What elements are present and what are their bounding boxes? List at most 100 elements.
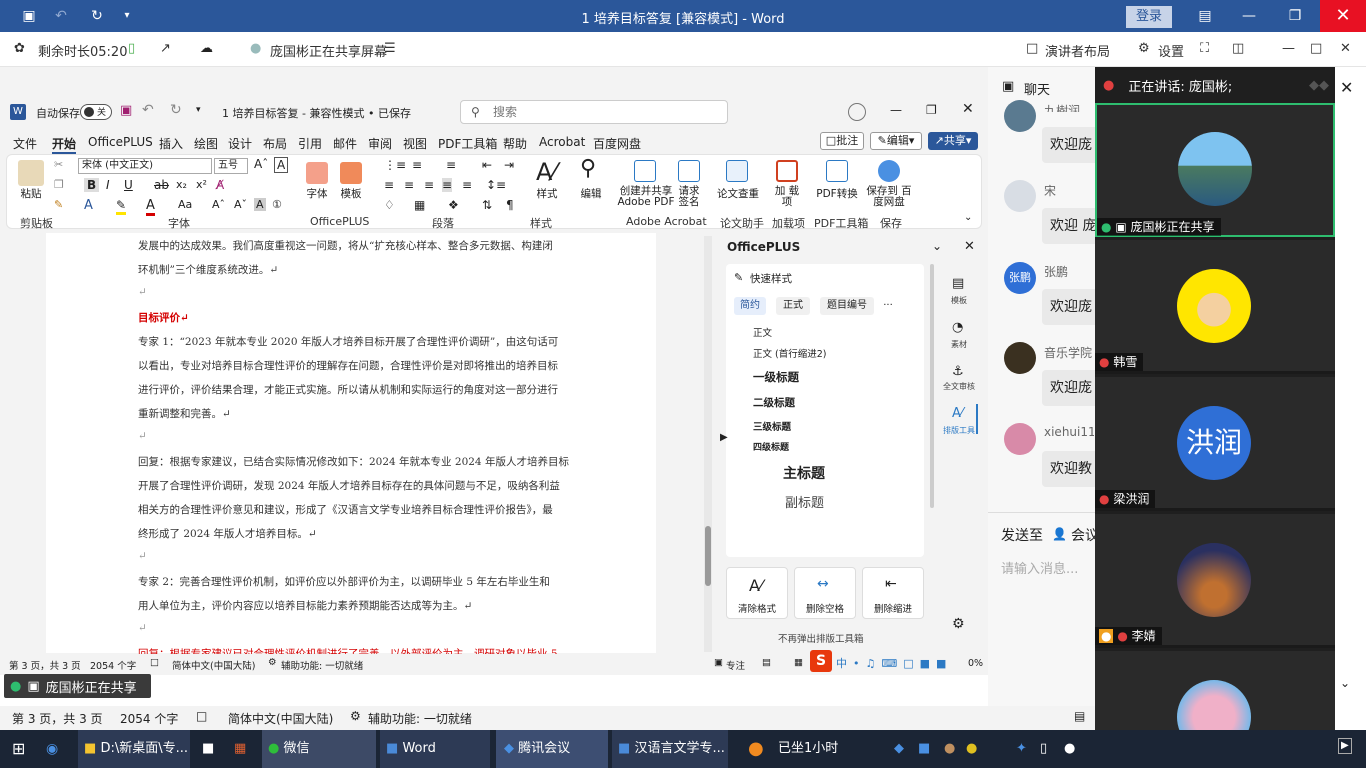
meet-maximize-icon[interactable]: □ — [1310, 41, 1322, 56]
italic-icon[interactable]: I — [106, 178, 110, 192]
increase-indent-icon[interactable]: ⇥ — [504, 158, 514, 172]
notification-icon[interactable]: ▶ — [1338, 738, 1352, 754]
video-tile[interactable]: 洪润 ● 梁洪润 — [1095, 377, 1335, 511]
style-heading-2[interactable]: 二级标题 — [753, 395, 795, 410]
clear-format-button[interactable]: A⁄ 清除格式 — [726, 567, 788, 619]
side-review[interactable]: 全文审核 — [942, 381, 976, 392]
style-normal[interactable]: 正文 — [753, 325, 772, 339]
request-sign-icon[interactable] — [678, 160, 700, 182]
menu-mailings[interactable]: 邮件 — [333, 135, 357, 152]
read-mode-icon[interactable]: ▤ — [762, 657, 771, 668]
grid-app-icon[interactable]: ▦ — [234, 730, 246, 768]
autosave-toggle[interactable]: 关 — [80, 104, 112, 120]
sidebar-icon[interactable]: ◫ — [1232, 41, 1244, 56]
styles-icon[interactable]: A⁄ — [536, 158, 556, 186]
align-left-icon[interactable]: ≡ — [384, 178, 394, 192]
gear-icon[interactable]: ⚙ — [1138, 41, 1150, 56]
menu-officeplus[interactable]: OfficePLUS — [88, 135, 153, 149]
create-pdf-label[interactable]: 创建并共享 Adobe PDF — [616, 186, 676, 208]
borders-icon[interactable]: ▦ — [414, 198, 425, 212]
microphone-icon[interactable]: ● — [1064, 730, 1075, 768]
inner-close-icon[interactable]: ✕ — [962, 101, 974, 117]
tab-simple[interactable]: 简约 — [734, 297, 766, 315]
shrink-icon[interactable]: Aˇ — [234, 198, 247, 211]
bluetooth-icon[interactable]: ✦ — [1016, 730, 1027, 768]
ime-toolbar[interactable]: 中•♫⌨□■■ — [836, 655, 952, 671]
menu-references[interactable]: 引用 — [298, 135, 322, 152]
menu-review[interactable]: 审阅 — [368, 135, 392, 152]
tray-cloud-icon[interactable]: ■ — [918, 730, 930, 768]
panel-expand-icon[interactable]: ⌄ — [1340, 676, 1350, 690]
menu-home[interactable]: 开始 — [52, 135, 77, 154]
close-icon[interactable]: ✕ — [1320, 0, 1366, 32]
inner-redo-icon[interactable]: ↻ — [170, 102, 182, 118]
copy-icon[interactable]: ❐ — [54, 178, 64, 191]
remove-spaces-button[interactable]: ↔ 删除空格 — [794, 567, 856, 619]
meet-close-icon[interactable]: ✕ — [1340, 41, 1351, 56]
inner-page-count[interactable]: 第 3 页，共 3 页 — [9, 658, 81, 672]
battery-icon[interactable]: ▯ — [1040, 730, 1047, 768]
panel-close-icon[interactable]: ✕ — [1340, 78, 1353, 97]
style-normal-indent[interactable]: 正文 (首行缩进2) — [753, 346, 826, 360]
decrease-indent-icon[interactable]: ⇤ — [482, 158, 492, 172]
font-size-select[interactable]: 五号 — [214, 158, 248, 174]
cut-icon[interactable]: ✂ — [54, 158, 63, 171]
format-painter-icon[interactable]: ✎ — [54, 198, 63, 211]
side-material[interactable]: 素材 — [942, 339, 976, 350]
baidu-cloud-icon[interactable] — [878, 160, 900, 182]
doc-scrollbar[interactable] — [704, 236, 712, 652]
menu-insert[interactable]: 插入 — [159, 135, 183, 152]
paper-check-label[interactable]: 论文查重 — [716, 186, 760, 201]
bullets-icon[interactable]: ⋮≡ — [384, 158, 406, 172]
review-side-icon[interactable]: ⚓ — [952, 364, 964, 379]
focus-icon[interactable]: ▣ — [714, 657, 723, 668]
meet-minimize-icon[interactable]: — — [1282, 41, 1295, 56]
video-tile[interactable]: ● 韩雪 — [1095, 240, 1335, 374]
windows-start-icon[interactable]: ⊞ — [12, 730, 25, 768]
word-count[interactable]: 2054 个字 — [120, 710, 178, 727]
clear-format-icon[interactable]: A̸ — [216, 178, 224, 192]
send-target[interactable]: 会议 — [1071, 525, 1095, 545]
cloud-icon[interactable]: ☁ — [200, 41, 213, 56]
outer-read-icon[interactable]: ▤ — [1074, 709, 1085, 723]
pane-dropdown-icon[interactable]: ⌄ — [932, 239, 942, 253]
template-icon[interactable] — [340, 162, 362, 184]
menu-pdf-toolbox[interactable]: PDF工具箱 — [438, 135, 497, 152]
create-pdf-icon[interactable] — [634, 160, 656, 182]
underline-icon[interactable]: U — [124, 178, 133, 192]
material-side-icon[interactable]: ◔ — [952, 320, 963, 335]
ribbon-collapse-icon[interactable]: ⌄ — [964, 212, 972, 223]
grow-font-icon[interactable]: Aˆ — [254, 157, 268, 171]
doc-icon[interactable]: ■ — [202, 730, 214, 768]
align-center-icon[interactable]: ≡ — [404, 178, 414, 192]
remove-indent-button[interactable]: ⇤ 删除缩进 — [862, 567, 924, 619]
share-button[interactable]: ↗共享▾ — [928, 132, 978, 150]
inner-accessibility[interactable]: 辅助功能: 一切就绪 — [281, 658, 363, 672]
char-shading-icon[interactable]: A — [254, 198, 266, 211]
taskbar-meeting[interactable]: ◆ 腾讯会议 — [496, 730, 608, 768]
language[interactable]: 简体中文(中国大陆) — [228, 710, 333, 727]
menu-file[interactable]: 文件 — [13, 135, 37, 152]
style-heading-1[interactable]: 一级标题 — [753, 369, 799, 385]
ribbon-display-icon[interactable]: ▤ — [1194, 6, 1216, 26]
font-button-label[interactable]: 字体 — [302, 186, 332, 201]
comment-button[interactable]: □批注 — [820, 132, 864, 150]
style-main-title[interactable]: 主标题 — [783, 463, 825, 483]
font-name-select[interactable]: 宋体 (中文正文) — [78, 158, 212, 174]
sort-icon[interactable]: ⇅ — [482, 198, 492, 212]
minimize-icon[interactable]: — — [1238, 6, 1260, 26]
ime-logo-icon[interactable]: S — [810, 650, 832, 672]
distribute-icon[interactable]: ≡ — [462, 178, 472, 192]
tray-app-icon[interactable]: ● — [944, 730, 955, 768]
presenter-layout[interactable]: 演讲者布局 — [1045, 41, 1110, 60]
multilevel-icon[interactable]: ≡ — [446, 158, 456, 172]
highlight-icon[interactable]: ✎ — [116, 198, 127, 215]
taskbar-explorer[interactable]: ■ D:\新桌面\专... — [78, 730, 190, 768]
inner-zoom[interactable]: 0% — [968, 658, 983, 669]
menu-design[interactable]: 设计 — [228, 135, 252, 152]
app-icon[interactable]: ◉ — [46, 730, 58, 768]
text-effect-icon[interactable]: A — [84, 198, 93, 213]
menu-help[interactable]: 帮助 — [503, 135, 527, 152]
tray-meeting-icon[interactable]: ◆ — [894, 730, 904, 768]
font-color-icon[interactable]: A — [146, 198, 155, 216]
